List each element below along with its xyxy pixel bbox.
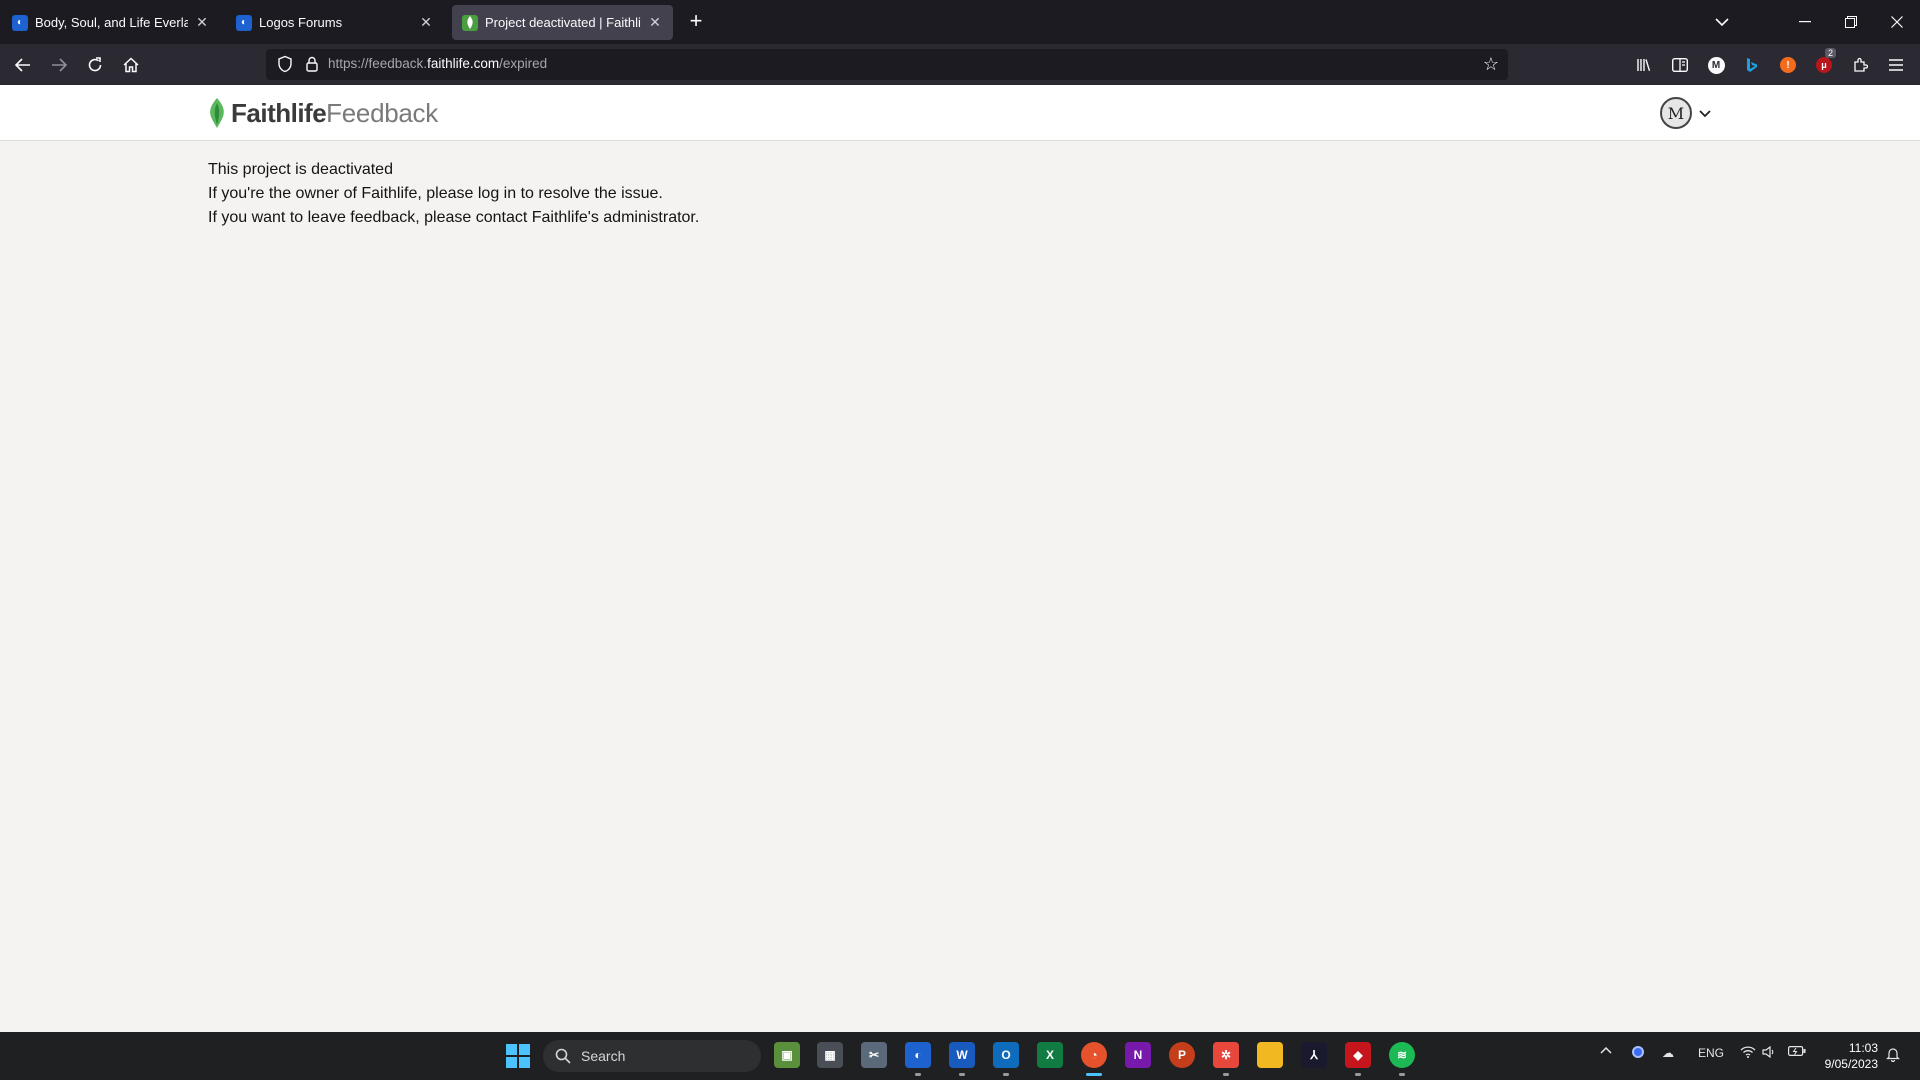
system-clock[interactable]: 11:03 9/05/2023	[1818, 1040, 1878, 1072]
outlook-icon[interactable]: O	[993, 1042, 1019, 1076]
tab-title: Logos Forums	[259, 15, 343, 30]
logo-brand-text: Faithlife	[231, 97, 327, 128]
onedrive-weather-icon[interactable]: ☁	[1662, 1046, 1674, 1060]
search-label: Search	[581, 1048, 626, 1064]
chevron-down-icon[interactable]	[1698, 106, 1712, 120]
tab-logos-forums[interactable]: ◐ Logos Forums ✕	[226, 5, 444, 40]
calculator-icon[interactable]: ▦	[817, 1042, 843, 1068]
list-all-tabs-icon[interactable]	[1699, 0, 1745, 44]
excel-icon[interactable]: X	[1037, 1042, 1063, 1068]
logos-icon: ◐	[236, 14, 252, 31]
sidebar-icon[interactable]	[1668, 53, 1692, 77]
snipping-icon[interactable]: ✂	[861, 1042, 887, 1068]
word-icon[interactable]: W	[949, 1042, 975, 1076]
logos-icon: ◐	[12, 14, 28, 31]
account-menu[interactable]: M	[1660, 97, 1712, 129]
faithlife-feedback-logo[interactable]: Faithlife Feedback	[206, 97, 438, 129]
onenote-icon[interactable]: N	[1125, 1042, 1151, 1068]
new-tab-button[interactable]: +	[684, 9, 708, 33]
notification-icon[interactable]	[1886, 1046, 1900, 1062]
brave-extension-icon[interactable]: !	[1776, 53, 1800, 77]
menu-icon[interactable]	[1884, 53, 1908, 77]
powerpoint-icon[interactable]: P	[1169, 1042, 1195, 1068]
home-icon[interactable]	[116, 50, 146, 80]
url-host: faithlife.com	[427, 56, 500, 71]
firefox-icon[interactable]: ◔	[1081, 1042, 1107, 1076]
deactivated-message: This project is deactivated If you're th…	[208, 158, 699, 230]
reload-icon[interactable]	[80, 50, 110, 80]
url-prefix: https://feedback.	[328, 56, 428, 71]
extensions-icon[interactable]	[1848, 53, 1872, 77]
close-icon[interactable]: ✕	[194, 14, 210, 31]
site-header: Faithlife Feedback M	[0, 85, 1920, 141]
wifi-icon[interactable]	[1740, 1046, 1756, 1058]
logos-icon[interactable]: ◐	[905, 1042, 931, 1076]
navigation-toolbar: https://feedback.faithlife.com/expired ☆…	[0, 44, 1920, 85]
ublock-icon[interactable]: μ 2	[1812, 48, 1837, 77]
clock-time: 11:03	[1848, 1041, 1878, 1055]
pdf-editor-icon[interactable]: ◆	[1345, 1042, 1371, 1076]
spotify-icon[interactable]: ≋	[1389, 1042, 1415, 1076]
meet-icon[interactable]	[1632, 1046, 1644, 1058]
m-extension-icon[interactable]: M	[1704, 53, 1728, 77]
show-hidden-icons-icon[interactable]	[1600, 1046, 1612, 1054]
greenshot-icon[interactable]: ▣	[774, 1042, 800, 1068]
browser-tab-strip: ◐ Body, Soul, and Life Everlasting: ✕ ◐ …	[0, 0, 1920, 44]
avatar[interactable]: M	[1660, 97, 1692, 129]
close-icon[interactable]: ✕	[418, 14, 434, 31]
minimize-icon[interactable]	[1782, 0, 1828, 44]
taskbar-search-box[interactable]: Search	[543, 1040, 761, 1072]
volume-icon[interactable]	[1762, 1046, 1776, 1058]
tab-body-soul[interactable]: ◐ Body, Soul, and Life Everlasting: ✕	[2, 5, 220, 40]
tab-title: Body, Soul, and Life Everlasting:	[35, 15, 188, 30]
forward-icon[interactable]	[44, 50, 74, 80]
tracking-protection-icon[interactable]	[276, 55, 294, 73]
tab-title: Project deactivated | Faithlife	[485, 15, 641, 30]
clock-date: 9/05/2023	[1824, 1057, 1878, 1071]
message-feedback-line: If you want to leave feedback, please co…	[208, 209, 700, 226]
tab-project-deactivated[interactable]: Project deactivated | Faithlife ✕	[452, 5, 673, 40]
windows-start-icon[interactable]	[506, 1044, 530, 1068]
library-icon[interactable]	[1632, 53, 1656, 77]
xmind-icon[interactable]: ✲	[1213, 1042, 1239, 1076]
faithlife-icon	[462, 14, 478, 31]
logo-product-text: Feedback	[326, 97, 438, 128]
bookmark-star-icon[interactable]: ☆	[1480, 53, 1502, 75]
close-icon[interactable]: ✕	[647, 14, 663, 31]
restore-icon[interactable]	[1828, 0, 1874, 44]
lock-icon[interactable]	[303, 55, 321, 73]
file-explorer-icon[interactable]	[1257, 1042, 1283, 1068]
battery-icon[interactable]	[1788, 1046, 1806, 1056]
ublock-badge: 2	[1825, 48, 1837, 58]
search-icon	[555, 1048, 571, 1064]
address-bar[interactable]: https://feedback.faithlife.com/expired ☆	[266, 49, 1508, 80]
message-heading: This project is deactivated	[208, 161, 393, 178]
close-window-icon[interactable]	[1874, 0, 1920, 44]
faithlife-leaf-icon	[210, 98, 224, 128]
bing-icon[interactable]	[1740, 53, 1764, 77]
message-owner-line: If you're the owner of Faithlife, please…	[208, 185, 663, 202]
url-path: /expired	[499, 56, 548, 71]
url-text[interactable]: https://feedback.faithlife.com/expired	[328, 56, 547, 71]
acrobat-icon[interactable]: ⅄	[1301, 1042, 1327, 1068]
windows-taskbar: Search ▣ ▦ ✂ ◐ W O X ◔ N P ✲ ⅄ ◆ ≋ ☁ ENG…	[0, 1032, 1920, 1080]
back-icon[interactable]	[8, 50, 38, 80]
language-indicator[interactable]: ENG	[1698, 1046, 1724, 1060]
